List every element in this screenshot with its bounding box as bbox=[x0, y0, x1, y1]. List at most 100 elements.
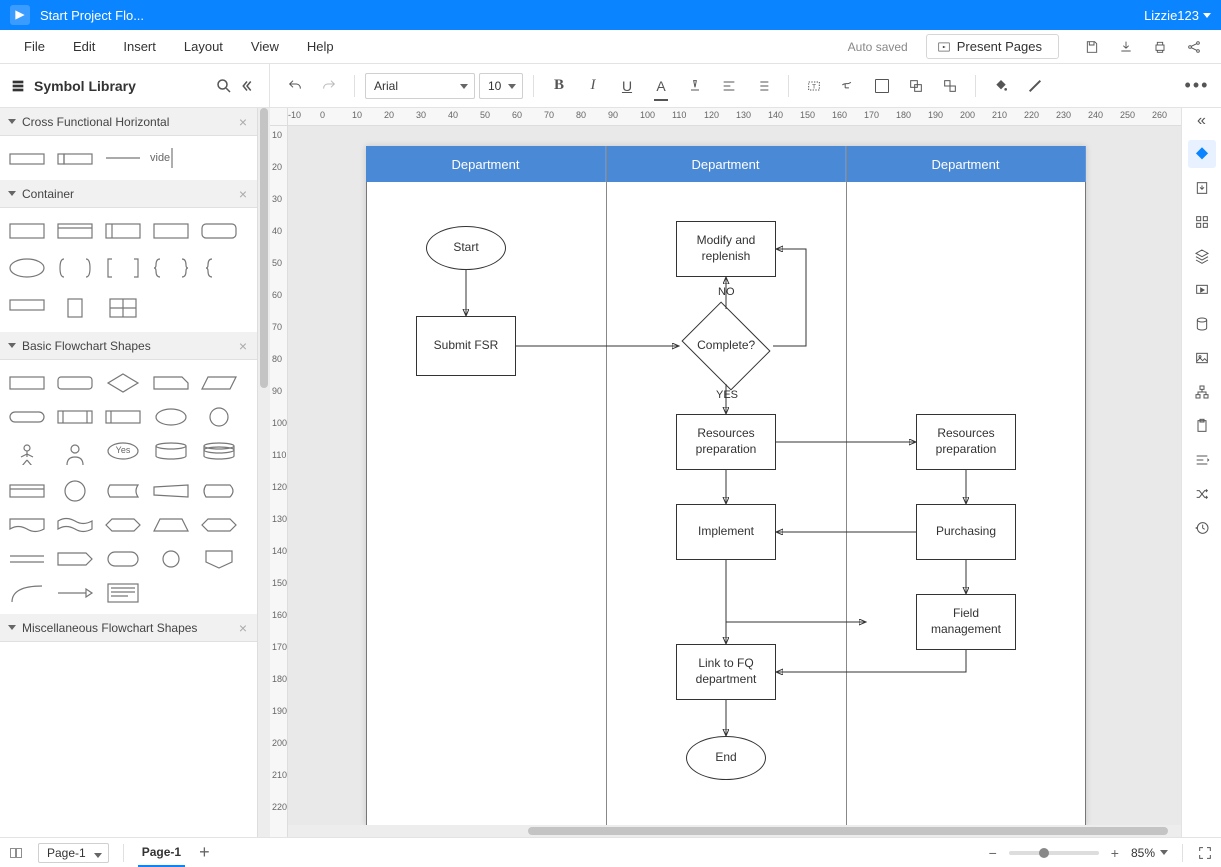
user-menu[interactable]: Lizzie123 bbox=[1144, 8, 1211, 23]
shape-button[interactable] bbox=[901, 71, 931, 101]
add-page-button[interactable]: + bbox=[193, 842, 216, 863]
shape-rect[interactable] bbox=[54, 216, 96, 244]
stroke-button[interactable] bbox=[1020, 71, 1050, 101]
shape-internal[interactable] bbox=[6, 476, 48, 504]
shape-yes[interactable]: Yes bbox=[102, 436, 144, 464]
shape-rect[interactable] bbox=[6, 290, 48, 318]
shape-terminator[interactable] bbox=[6, 402, 48, 430]
shape-swimlane-header[interactable] bbox=[54, 144, 96, 172]
swimlane-header[interactable]: Department bbox=[366, 146, 606, 182]
swimlane-header[interactable]: Department bbox=[846, 146, 1086, 182]
close-icon[interactable]: × bbox=[237, 114, 249, 130]
shape-tape[interactable] bbox=[54, 510, 96, 538]
more-button[interactable]: ••• bbox=[1183, 75, 1211, 96]
shape-manual[interactable] bbox=[150, 476, 192, 504]
collapse-left-icon[interactable] bbox=[241, 77, 259, 95]
node-modify[interactable]: Modify and replenish bbox=[676, 221, 776, 277]
shape-ellipse[interactable] bbox=[6, 250, 48, 284]
zoom-slider[interactable] bbox=[1009, 851, 1099, 855]
panel-present[interactable] bbox=[1188, 276, 1216, 304]
highlight-button[interactable] bbox=[680, 71, 710, 101]
font-size-select[interactable]: 10 bbox=[479, 73, 523, 99]
page-select[interactable]: Page-1 bbox=[38, 843, 109, 863]
shape-predefined2[interactable] bbox=[102, 402, 144, 430]
download-button[interactable] bbox=[1113, 34, 1139, 60]
textbox-button[interactable]: T bbox=[799, 71, 829, 101]
menu-edit[interactable]: Edit bbox=[59, 30, 109, 64]
panel-image[interactable] bbox=[1188, 344, 1216, 372]
node-complete[interactable]: Complete? bbox=[681, 301, 770, 390]
node-resprep1[interactable]: Resources preparation bbox=[676, 414, 776, 470]
menu-view[interactable]: View bbox=[237, 30, 293, 64]
shape-rect[interactable] bbox=[150, 216, 192, 244]
shape-circle[interactable] bbox=[54, 476, 96, 504]
shape-card[interactable] bbox=[150, 368, 192, 396]
page[interactable]: Department Department Department Start S… bbox=[366, 146, 1086, 826]
shape-offpage[interactable] bbox=[198, 544, 240, 572]
shape-actor[interactable] bbox=[6, 436, 48, 470]
close-icon[interactable]: × bbox=[237, 338, 249, 354]
present-pages-button[interactable]: Present Pages bbox=[926, 34, 1059, 59]
undo-button[interactable] bbox=[280, 71, 310, 101]
shape-hex[interactable] bbox=[102, 510, 144, 538]
panel-style[interactable] bbox=[1188, 140, 1216, 168]
shape-bracket[interactable] bbox=[102, 250, 144, 284]
node-purchasing[interactable]: Purchasing bbox=[916, 504, 1016, 560]
shape-pentagon[interactable] bbox=[54, 544, 96, 572]
italic-button[interactable]: I bbox=[578, 71, 608, 101]
node-end[interactable]: End bbox=[686, 736, 766, 780]
menu-layout[interactable]: Layout bbox=[170, 30, 237, 64]
shape-separator[interactable] bbox=[102, 144, 144, 172]
zoom-out-button[interactable]: − bbox=[985, 845, 1001, 861]
close-icon[interactable]: × bbox=[237, 620, 249, 636]
shape-lines[interactable] bbox=[6, 544, 48, 572]
menu-help[interactable]: Help bbox=[293, 30, 348, 64]
shape-table[interactable] bbox=[102, 290, 144, 324]
shape-trap[interactable] bbox=[150, 510, 192, 538]
shape-rect[interactable] bbox=[102, 216, 144, 244]
shape-arrow[interactable] bbox=[54, 578, 96, 606]
redo-button[interactable] bbox=[314, 71, 344, 101]
shape-ellipse[interactable] bbox=[150, 402, 192, 430]
shape-swimlane[interactable] bbox=[6, 144, 48, 172]
shape-connector[interactable] bbox=[198, 402, 240, 430]
section-container[interactable]: Container× bbox=[0, 180, 257, 208]
section-cross-functional[interactable]: Cross Functional Horizontal× bbox=[0, 108, 257, 136]
canvas-area[interactable]: Department Department Department Start S… bbox=[288, 126, 1181, 837]
panel-align[interactable] bbox=[1188, 446, 1216, 474]
align-button[interactable] bbox=[714, 71, 744, 101]
shape-vide[interactable]: vide bbox=[150, 144, 210, 172]
menu-file[interactable]: File bbox=[10, 30, 59, 64]
shape-cylinder[interactable] bbox=[54, 290, 96, 324]
panel-tree[interactable] bbox=[1188, 378, 1216, 406]
search-icon[interactable] bbox=[215, 77, 233, 95]
bold-button[interactable]: B bbox=[544, 71, 574, 101]
shape-circle-sm[interactable] bbox=[150, 544, 192, 572]
menu-insert[interactable]: Insert bbox=[109, 30, 170, 64]
shape-database2[interactable] bbox=[198, 436, 240, 464]
node-submit[interactable]: Submit FSR bbox=[416, 316, 516, 376]
node-start[interactable]: Start bbox=[426, 226, 506, 270]
node-fieldmgmt[interactable]: Field management bbox=[916, 594, 1016, 650]
shape-rect[interactable] bbox=[6, 216, 48, 244]
shape-brace[interactable] bbox=[150, 250, 192, 284]
section-basic-flowchart[interactable]: Basic Flowchart Shapes× bbox=[0, 332, 257, 360]
swimlane-header[interactable]: Department bbox=[606, 146, 846, 182]
canvas-h-scrollbar[interactable] bbox=[288, 825, 1181, 837]
underline-button[interactable]: U bbox=[612, 71, 642, 101]
page-tab[interactable]: Page-1 bbox=[138, 839, 185, 867]
panel-clipboard[interactable] bbox=[1188, 412, 1216, 440]
shape-doc[interactable] bbox=[6, 510, 48, 538]
shape-bracket[interactable] bbox=[54, 250, 96, 284]
panel-export[interactable] bbox=[1188, 174, 1216, 202]
sidebar-scrollbar[interactable] bbox=[258, 108, 270, 837]
fill-button[interactable] bbox=[986, 71, 1016, 101]
connector-button[interactable] bbox=[833, 71, 863, 101]
node-resprep2[interactable]: Resources preparation bbox=[916, 414, 1016, 470]
document-title[interactable]: Start Project Flo... bbox=[40, 8, 144, 23]
shape-display[interactable] bbox=[198, 476, 240, 504]
font-family-select[interactable]: Arial bbox=[365, 73, 475, 99]
shape-decision[interactable] bbox=[102, 368, 144, 396]
fullscreen-button[interactable] bbox=[1197, 845, 1213, 861]
shape-data[interactable] bbox=[198, 368, 240, 396]
